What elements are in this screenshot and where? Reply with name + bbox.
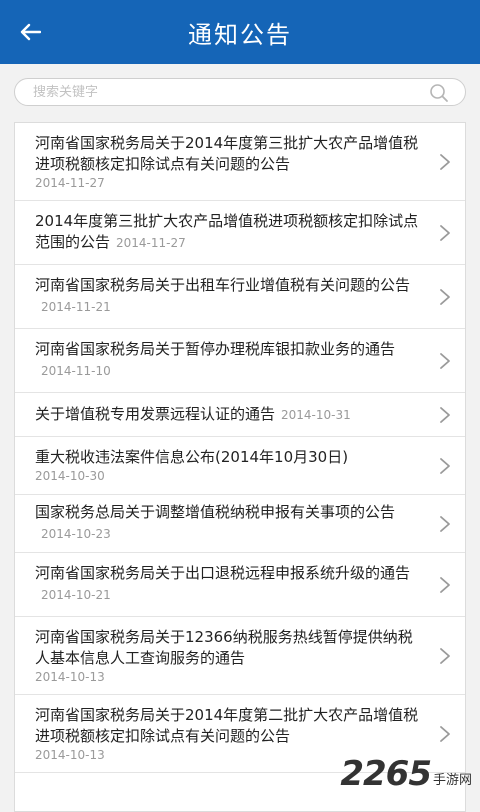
chevron-right-icon xyxy=(440,457,450,474)
chevron-right-icon xyxy=(440,406,450,423)
notice-title-text: 河南省国家税务局关于2014年度第二批扩大农产品增值税进项税额核定扣除试点有关问… xyxy=(35,705,419,745)
chevron-right-icon xyxy=(440,224,450,241)
chevron-right-icon xyxy=(440,725,450,742)
chevron-right-icon xyxy=(440,576,450,593)
notice-title: 河南省国家税务局关于12366纳税服务热线暂停提供纳税人基本信息人工查询服务的通… xyxy=(35,627,421,685)
arrow-left-icon xyxy=(20,23,41,41)
notice-item[interactable]: 国家税务总局关于调整增值税纳税申报有关事项的公告 2014-10-23 xyxy=(15,495,465,553)
notice-title: 关于增值税专用发票远程认证的通告 2014-10-31 xyxy=(35,404,421,426)
notice-item[interactable]: 重大税收违法案件信息公布(2014年10月30日) 2014-10-30 xyxy=(15,437,465,495)
app-header: 通知公告 xyxy=(0,0,480,64)
watermark-text: 手游网 xyxy=(432,773,472,788)
notice-title: 河南省国家税务局关于出租车行业增值税有关问题的公告 2014-11-21 xyxy=(35,275,421,318)
notice-item[interactable]: 河南省国家税务局关于出租车行业增值税有关问题的公告 2014-11-21 xyxy=(15,265,465,329)
notice-title-text: 河南省国家税务局关于12366纳税服务热线暂停提供纳税人基本信息人工查询服务的通… xyxy=(35,627,413,667)
notice-item[interactable]: 2014年度第三批扩大农产品增值税进项税额核定扣除试点范围的公告 2014-11-… xyxy=(15,201,465,265)
search-input[interactable] xyxy=(33,79,423,105)
chevron-right-icon xyxy=(440,352,450,369)
notice-item[interactable]: 河南省国家税务局关于2014年度第三批扩大农产品增值税进项税额核定扣除试点有关问… xyxy=(15,123,465,201)
notice-date: 2014-10-21 xyxy=(41,588,111,602)
chevron-right-icon xyxy=(440,647,450,664)
notice-title-text: 河南省国家税务局关于暂停办理税库银扣款业务的通告 xyxy=(35,340,396,358)
notice-title-text: 河南省国家税务局关于出租车行业增值税有关问题的公告 xyxy=(35,276,411,294)
chevron-right-icon xyxy=(440,515,450,532)
notice-item[interactable]: 河南省国家税务局关于暂停办理税库银扣款业务的通告 2014-11-10 xyxy=(15,329,465,393)
search-bar xyxy=(0,64,480,120)
notice-title-text: 2014年度第三批扩大农产品增值税进项税额核定扣除试点范围的公告 xyxy=(35,212,419,251)
notice-date: 2014-11-21 xyxy=(41,300,111,314)
search-box[interactable] xyxy=(14,78,466,106)
watermark-digits: 2265 xyxy=(340,754,432,794)
notice-title-text: 河南省国家税务局关于2014年度第三批扩大农产品增值税进项税额核定扣除试点有关问… xyxy=(35,133,419,173)
notice-title: 河南省国家税务局关于暂停办理税库银扣款业务的通告 2014-11-10 xyxy=(35,339,421,382)
notice-title-text: 河南省国家税务局关于出口退税远程申报系统升级的通告 xyxy=(35,564,411,582)
notice-item[interactable]: 河南省国家税务局关于12366纳税服务热线暂停提供纳税人基本信息人工查询服务的通… xyxy=(15,617,465,695)
notice-item[interactable]: 关于增值税专用发票远程认证的通告 2014-10-31 xyxy=(15,393,465,437)
notice-title: 重大税收违法案件信息公布(2014年10月30日) 2014-10-30 xyxy=(35,447,421,484)
notice-item[interactable]: 河南省国家税务局关于出口退税远程申报系统升级的通告 2014-10-21 xyxy=(15,553,465,617)
back-button[interactable] xyxy=(10,12,50,52)
notice-title-text: 关于增值税专用发票远程认证的通告 xyxy=(35,404,276,423)
notice-date: 2014-10-31 xyxy=(281,407,351,422)
notice-date: 2014-11-27 xyxy=(35,175,105,190)
notice-title-text: 国家税务总局关于调整增值税纳税申报有关事项的公告 xyxy=(35,503,396,521)
notice-date: 2014-10-30 xyxy=(35,469,105,483)
notice-date: 2014-10-13 xyxy=(35,669,105,684)
notice-title: 2014年度第三批扩大农产品增值税进项税额核定扣除试点范围的公告 2014-11-… xyxy=(35,211,421,254)
notice-title: 国家税务总局关于调整增值税纳税申报有关事项的公告 2014-10-23 xyxy=(35,502,421,545)
notice-date: 2014-11-27 xyxy=(116,236,186,250)
search-icon[interactable] xyxy=(429,83,449,103)
notice-date: 2014-10-23 xyxy=(41,527,111,541)
chevron-right-icon xyxy=(440,288,450,305)
notice-title-text: 重大税收违法案件信息公布(2014年10月30日) xyxy=(35,448,349,466)
chevron-right-icon xyxy=(440,153,450,170)
notice-date: 2014-11-10 xyxy=(41,364,111,378)
watermark-logo: 2265 手游网 xyxy=(340,754,472,794)
notice-title: 河南省国家税务局关于出口退税远程申报系统升级的通告 2014-10-21 xyxy=(35,563,421,606)
notice-title: 河南省国家税务局关于2014年度第三批扩大农产品增值税进项税额核定扣除试点有关问… xyxy=(35,133,421,191)
page-title: 通知公告 xyxy=(188,20,292,49)
notice-list: 河南省国家税务局关于2014年度第三批扩大农产品增值税进项税额核定扣除试点有关问… xyxy=(14,122,466,812)
